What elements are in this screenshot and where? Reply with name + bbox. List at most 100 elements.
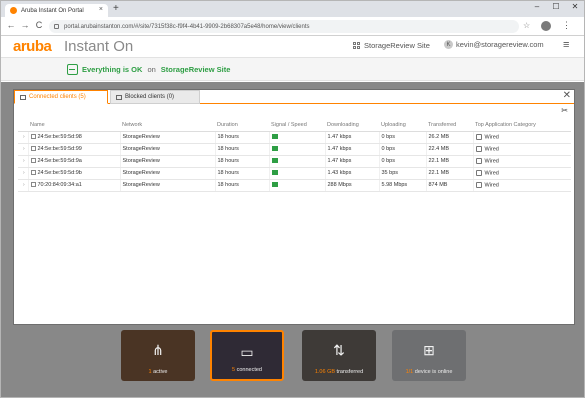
table-row[interactable]: › 24:5e:be:59:5d:98 StorageReview 18 hou… xyxy=(18,131,571,144)
client-name: 24:5e:be:59:5d:98 xyxy=(37,134,82,140)
address-bar-row: ← → C portal.arubainstanton.com/#/site/7… xyxy=(1,17,584,36)
tab-count: (0) xyxy=(166,94,175,100)
client-transferred: 22.4 MB xyxy=(425,143,473,156)
close-window-button[interactable]: ✕ xyxy=(567,2,583,11)
tile-connected[interactable]: ▭ 5 connected xyxy=(210,330,284,381)
transfer-icon: ⇅ xyxy=(333,342,345,358)
tab-connected-clients[interactable]: Connected clients (5) xyxy=(14,90,108,104)
column-header[interactable]: Uploading xyxy=(379,120,426,132)
column-header[interactable]: Transferred xyxy=(426,120,473,132)
user-email: kevin@storagereview.com xyxy=(456,40,544,49)
table-row[interactable]: › 24:5e:be:59:5d:9b StorageReview 18 hou… xyxy=(18,167,571,180)
tab-label: Blocked clients xyxy=(125,94,166,100)
clients-table: Name Network Duration Signal / Speed Dow… xyxy=(18,120,571,192)
client-duration: 18 hours xyxy=(214,143,269,156)
back-button[interactable]: ← xyxy=(5,20,17,30)
table-header-row: Name Network Duration Signal / Speed Dow… xyxy=(18,120,571,132)
tile-number: 1.06 GB xyxy=(314,369,336,375)
column-header[interactable]: Signal / Speed xyxy=(269,120,325,132)
tile-devices-online[interactable]: ⊞ 1/1 device is online xyxy=(392,330,466,381)
client-network: StorageReview xyxy=(119,143,215,156)
tab-title: Aruba Instant On Portal xyxy=(21,7,84,14)
client-category: Wired xyxy=(484,170,499,177)
client-transferred: 26.2 MB xyxy=(425,131,473,144)
profile-avatar-icon[interactable] xyxy=(541,21,551,31)
browser-menu-icon[interactable]: ⋮ xyxy=(562,20,571,31)
column-header[interactable]: Name xyxy=(28,120,120,132)
signal-icon xyxy=(271,133,278,139)
health-status[interactable]: Everything is OK on StorageReview Site xyxy=(67,64,230,75)
tab-count: (5) xyxy=(78,94,86,100)
health-pulse-icon xyxy=(67,64,78,75)
client-downloading: 1.47 kbps xyxy=(324,131,379,144)
table-row[interactable]: › 24:5e:be:59:5d:9a StorageReview 18 hou… xyxy=(18,155,571,168)
expand-chevron-icon[interactable]: › xyxy=(18,179,28,192)
client-name: 70:20:84:09:34:a1 xyxy=(37,182,82,188)
signal-icon xyxy=(271,169,278,175)
client-downloading: 1.43 kbps xyxy=(324,167,379,180)
close-icon[interactable]: ✕ xyxy=(563,90,571,101)
site-name: StorageReview Site xyxy=(364,41,430,50)
new-tab-button[interactable]: + xyxy=(113,3,119,14)
maximize-button[interactable]: ☐ xyxy=(548,2,564,11)
blocked-clients-icon xyxy=(116,94,122,100)
hamburger-menu-icon[interactable]: ≡ xyxy=(563,39,569,51)
client-network: StorageReview xyxy=(119,155,215,168)
tile-active[interactable]: ⋔ 1 active xyxy=(121,330,195,381)
expand-chevron-icon[interactable]: › xyxy=(18,167,28,180)
wired-device-icon xyxy=(30,134,36,140)
client-uploading: 0 bps xyxy=(378,131,426,144)
tile-label: active xyxy=(151,369,168,375)
client-transferred: 22.1 MB xyxy=(425,167,473,180)
site-selector[interactable]: StorageReview Site xyxy=(353,41,430,50)
client-name: 24:5e:be:59:5d:9b xyxy=(37,170,82,176)
tile-label: device is online xyxy=(413,369,453,375)
wired-category-icon xyxy=(475,169,482,176)
client-duration: 18 hours xyxy=(214,131,269,144)
reload-button[interactable]: C xyxy=(33,20,45,30)
tab-label: Connected clients xyxy=(29,94,77,100)
client-uploading: 5.98 Mbps xyxy=(378,179,426,192)
expand-chevron-icon[interactable]: › xyxy=(18,131,28,144)
client-uploading: 0 bps xyxy=(378,143,426,156)
expand-chevron-icon[interactable]: › xyxy=(18,143,28,156)
minimize-button[interactable]: – xyxy=(529,2,545,11)
wired-category-icon xyxy=(475,181,482,188)
wired-device-icon xyxy=(30,146,36,152)
column-header[interactable]: Network xyxy=(120,120,215,132)
client-name: 24:5e:be:59:5d:99 xyxy=(37,146,82,152)
column-header xyxy=(18,120,28,132)
column-header[interactable]: Top Application Category xyxy=(473,120,571,132)
client-network: StorageReview xyxy=(119,167,215,180)
avatar: K xyxy=(444,40,453,49)
wired-category-icon xyxy=(475,157,482,164)
url-text: portal.arubainstanton.com/#/site/7315f38… xyxy=(64,23,310,30)
tile-transferred[interactable]: ⇅ 1.06 GB transferred xyxy=(302,330,376,381)
aruba-favicon-icon xyxy=(10,7,17,14)
app-header: aruba Instant On StorageReview Site K ke… xyxy=(1,37,584,57)
wired-device-icon xyxy=(30,158,36,164)
aruba-logo[interactable]: aruba xyxy=(13,38,52,55)
lock-icon xyxy=(54,24,59,29)
expand-chevron-icon[interactable]: › xyxy=(18,155,28,168)
client-duration: 18 hours xyxy=(214,155,269,168)
user-account[interactable]: K kevin@storagereview.com xyxy=(444,40,544,49)
client-duration: 18 hours xyxy=(214,167,269,180)
bookmark-star-icon[interactable]: ☆ xyxy=(523,21,530,30)
filter-icon[interactable]: ✂ xyxy=(561,106,568,115)
browser-tab[interactable]: Aruba Instant On Portal × xyxy=(5,4,108,17)
table-row[interactable]: › 70:20:84:09:34:a1 StorageReview 18 hou… xyxy=(18,179,571,192)
client-transferred: 874 MB xyxy=(425,179,473,192)
tab-close-icon[interactable]: × xyxy=(99,6,103,13)
column-header[interactable]: Downloading xyxy=(325,120,379,132)
url-field[interactable]: portal.arubainstanton.com/#/site/7315f38… xyxy=(49,20,519,33)
tile-label: transferred xyxy=(335,369,364,375)
wired-category-icon xyxy=(475,133,482,140)
tab-blocked-clients[interactable]: Blocked clients (0) xyxy=(110,90,200,104)
wired-device-icon xyxy=(30,170,36,176)
forward-button[interactable]: → xyxy=(19,20,31,30)
column-header[interactable]: Duration xyxy=(215,120,269,132)
client-transferred: 22.1 MB xyxy=(425,155,473,168)
table-row[interactable]: › 24:5e:be:59:5d:99 StorageReview 18 hou… xyxy=(18,143,571,156)
client-downloading: 288 Mbps xyxy=(324,179,379,192)
